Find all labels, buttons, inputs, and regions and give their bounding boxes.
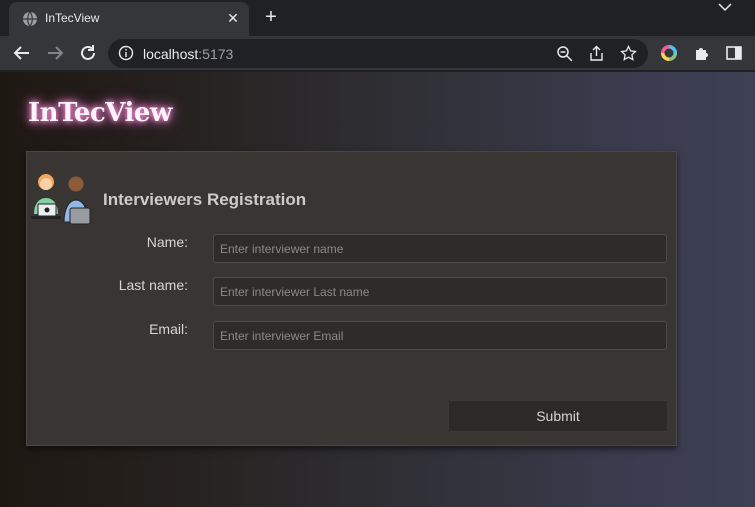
url-text: localhost:5173 (143, 46, 234, 62)
zoom-icon[interactable] (556, 45, 573, 62)
email-input[interactable] (213, 321, 667, 350)
new-tab-icon[interactable]: + (261, 7, 281, 27)
extensions-puzzle-icon[interactable] (693, 44, 711, 62)
browser-toolbar: localhost:5173 (0, 36, 755, 71)
side-panel-icon[interactable] (725, 44, 743, 62)
color-extension-icon[interactable] (660, 44, 678, 62)
globe-icon (23, 11, 37, 27)
forward-icon[interactable] (45, 43, 65, 63)
form-title: Interviewers Registration (103, 190, 307, 209)
page-viewport: InTecView Interviewers Registration Name… (0, 72, 755, 507)
interviewers-illustration (31, 174, 91, 225)
brand-logo: InTecView (28, 98, 172, 128)
back-icon[interactable] (12, 43, 32, 63)
site-info-icon[interactable] (118, 45, 134, 61)
tab-menu-icon[interactable] (716, 0, 734, 14)
share-icon[interactable] (588, 45, 605, 62)
bookmark-star-icon[interactable] (620, 45, 637, 62)
name-label: Name: (146, 234, 188, 250)
registration-card: Interviewers Registration Name: Last nam… (26, 151, 677, 446)
address-bar[interactable]: localhost:5173 (108, 39, 648, 68)
tab-strip: InTecView ✕ + (0, 0, 755, 36)
close-icon[interactable]: ✕ (225, 10, 241, 26)
browser-tab[interactable]: InTecView ✕ (9, 2, 249, 36)
email-label: Email: (149, 321, 188, 337)
tab-title: InTecView (45, 11, 100, 25)
name-input[interactable] (213, 234, 667, 263)
last-name-label: Last name: (118, 277, 188, 293)
submit-button[interactable]: Submit (448, 400, 668, 432)
reload-icon[interactable] (78, 43, 98, 63)
last-name-input[interactable] (213, 277, 667, 306)
